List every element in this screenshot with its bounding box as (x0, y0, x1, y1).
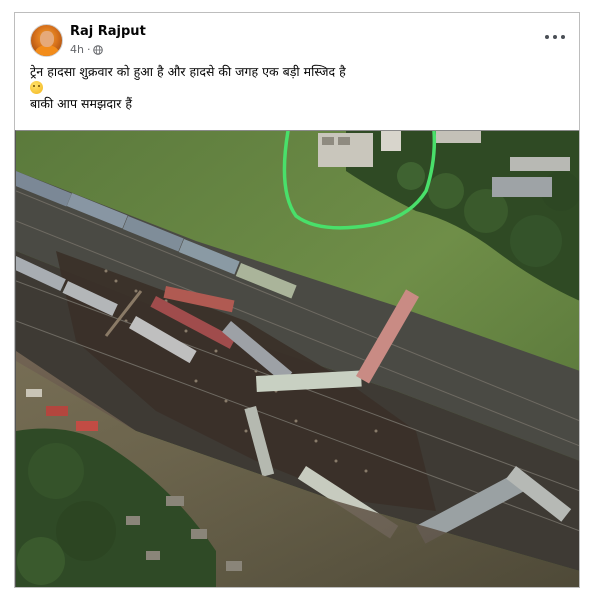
facebook-post-card: Raj Rajput 4h · ट्रेन हादसा शुक्रवार को … (14, 12, 580, 588)
post-text-line-2 (30, 80, 560, 96)
post-timestamp[interactable]: 4h (70, 43, 84, 56)
post-text-line-3: बाकी आप समझदार हैं (30, 96, 133, 111)
post-text-line-1: ट्रेन हादसा शुक्रवार को हुआ है और हादसे … (30, 64, 346, 79)
more-horizontal-icon (545, 35, 549, 39)
author-avatar[interactable] (30, 24, 63, 57)
post-header: Raj Rajput 4h · (15, 13, 579, 67)
more-options-button[interactable] (545, 30, 565, 44)
globe-icon (93, 44, 104, 55)
aerial-train-accident-image (16, 131, 579, 587)
author-name[interactable]: Raj Rajput (70, 24, 146, 39)
post-meta: 4h · (70, 43, 104, 56)
post-text: ट्रेन हादसा शुक्रवार को हुआ है और हादसे … (30, 64, 560, 112)
dot-separator: · (86, 43, 91, 56)
post-photo[interactable] (15, 130, 579, 587)
thinking-face-icon (30, 81, 43, 94)
